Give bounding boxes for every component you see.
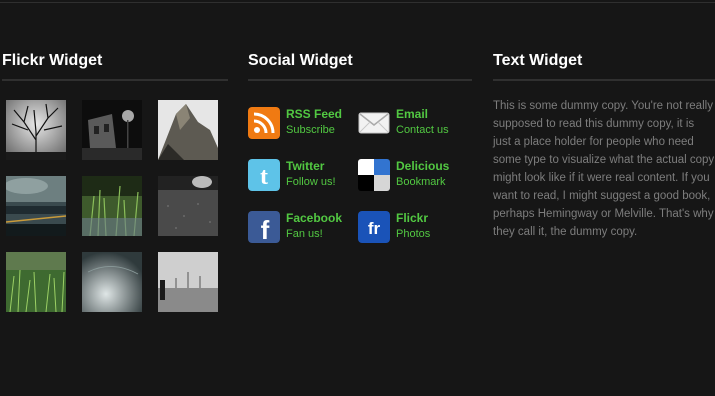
social-item-flickr[interactable]: fr Flickr Photos (358, 211, 468, 247)
flickr-thumbnail-grid (6, 100, 220, 314)
social-label-email: Email (396, 107, 429, 121)
twitter-icon: t (248, 159, 280, 191)
flickr-thumb-9[interactable] (158, 252, 218, 312)
flickr-thumb-6[interactable] (158, 176, 218, 236)
flickr-thumb-8[interactable] (82, 252, 142, 312)
social-item-email[interactable]: Email Contact us (358, 107, 468, 143)
flickr-thumb-4[interactable] (6, 176, 66, 236)
social-sub-rss: Subscribe (286, 124, 335, 136)
text-widget-body: This is some dummy copy. You're not real… (493, 100, 715, 238)
social-sub-delicious: Bookmark (396, 176, 446, 188)
social-item-delicious[interactable]: Delicious Bookmark (358, 159, 468, 195)
top-divider (0, 2, 715, 3)
flickr-thumb-2[interactable] (82, 100, 142, 160)
email-icon (358, 112, 390, 134)
facebook-icon: f (248, 211, 280, 243)
social-sub-email: Contact us (396, 124, 449, 136)
text-widget: Text Widget This is some dummy copy. You… (493, 50, 715, 253)
flickr-thumb-7[interactable] (6, 252, 66, 312)
flickr-widget: Flickr Widget (2, 50, 228, 312)
flickr-thumb-3[interactable] (158, 100, 218, 160)
social-sub-facebook: Fan us! (286, 228, 323, 240)
social-item-rss[interactable]: RSS Feed Subscribe (248, 107, 358, 143)
text-widget-title: Text Widget (493, 50, 715, 81)
flickr-thumb-5[interactable] (82, 176, 142, 236)
svg-text:t: t (260, 164, 268, 190)
social-sub-twitter: Follow us! (286, 176, 336, 188)
social-item-facebook[interactable]: f Facebook Fan us! (248, 211, 358, 247)
social-label-twitter: Twitter (286, 159, 325, 173)
rss-icon (248, 107, 280, 139)
social-label-flickr: Flickr (396, 211, 429, 225)
social-label-delicious: Delicious (396, 159, 450, 173)
delicious-icon (358, 159, 390, 191)
social-widget: Social Widget RSS Feed Subscribe Email C… (248, 50, 472, 243)
social-label-facebook: Facebook (286, 211, 343, 225)
social-widget-title: Social Widget (248, 50, 472, 81)
svg-text:f: f (261, 215, 270, 243)
flickr-widget-title: Flickr Widget (2, 50, 228, 81)
flickr-thumb-1[interactable] (6, 100, 66, 160)
social-sub-flickr: Photos (396, 228, 431, 240)
svg-text:fr: fr (368, 219, 381, 238)
flickr-icon: fr (358, 211, 390, 243)
social-item-twitter[interactable]: t Twitter Follow us! (248, 159, 358, 195)
social-label-rss: RSS Feed (286, 107, 343, 121)
